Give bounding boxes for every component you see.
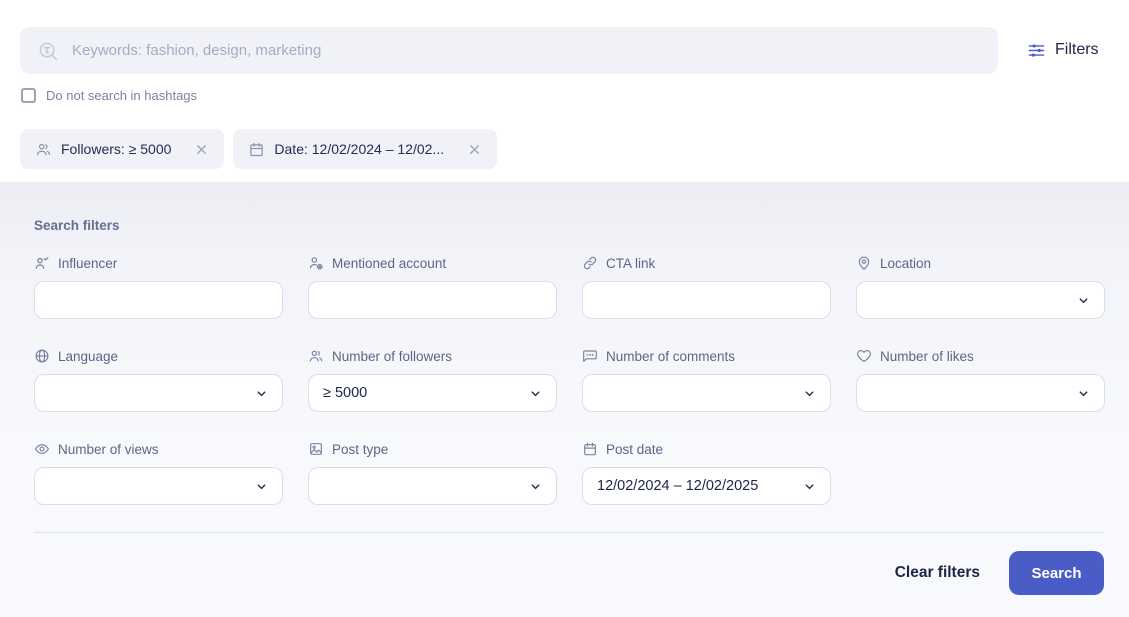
chevron-down-icon <box>803 480 816 493</box>
map-pin-icon <box>856 255 872 271</box>
number-of-followers-select[interactable]: ≥ 5000 <box>308 374 557 412</box>
chip-date-close-icon[interactable] <box>467 142 482 157</box>
field-number-of-followers: Number of followers ≥ 5000 <box>308 347 557 412</box>
field-number-of-followers-label-row: Number of followers <box>308 347 557 365</box>
filters-button-label: Filters <box>1055 41 1099 59</box>
field-language: Language <box>34 347 283 412</box>
panel-title: Search filters <box>34 218 1104 233</box>
chevron-down-icon <box>803 387 816 400</box>
filter-fields-grid: Influencer Mentioned account <box>34 254 1104 505</box>
filters-button[interactable]: Filters <box>1027 37 1099 63</box>
field-location: Location <box>856 254 1105 319</box>
field-number-of-likes-label: Number of likes <box>880 349 974 364</box>
post-type-select[interactable] <box>308 467 557 505</box>
chevron-down-icon <box>1077 294 1090 307</box>
sliders-icon <box>1027 41 1046 60</box>
field-number-of-views: Number of views <box>34 440 283 505</box>
field-post-type-label: Post type <box>332 442 388 457</box>
search-filters-panel: Search filters Influencer Menti <box>0 182 1129 617</box>
post-date-select[interactable]: 12/02/2024 – 12/02/2025 <box>582 467 831 505</box>
chip-followers-close-icon[interactable] <box>194 142 209 157</box>
eye-icon <box>34 441 50 457</box>
field-number-of-views-label: Number of views <box>58 442 159 457</box>
field-influencer-label: Influencer <box>58 256 117 271</box>
users-icon <box>35 141 52 158</box>
search-button[interactable]: Search <box>1009 551 1104 595</box>
globe-icon <box>34 348 50 364</box>
field-influencer-label-row: Influencer <box>34 254 283 272</box>
chip-date-label: Date: 12/02/2024 – 12/02... <box>274 141 444 157</box>
field-post-date-label-row: Post date <box>582 440 831 458</box>
chip-followers: Followers: ≥ 5000 <box>20 129 224 169</box>
field-language-label-row: Language <box>34 347 283 365</box>
field-influencer: Influencer <box>34 254 283 319</box>
hashtag-checkbox-label: Do not search in hashtags <box>46 88 197 103</box>
calendar-icon <box>248 141 265 158</box>
keyword-search-input[interactable] <box>72 42 981 59</box>
user-at-icon <box>308 255 324 271</box>
chevron-down-icon <box>255 387 268 400</box>
panel-footer: Clear filters Search <box>34 551 1104 595</box>
chip-date: Date: 12/02/2024 – 12/02... <box>233 129 497 169</box>
hashtag-checkbox[interactable] <box>21 88 36 103</box>
mentioned-account-input[interactable] <box>308 281 557 319</box>
location-select[interactable] <box>856 281 1105 319</box>
hashtag-checkbox-row[interactable]: Do not search in hashtags <box>21 88 197 103</box>
active-filter-chips: Followers: ≥ 5000 Date: 12/02/2024 – 12/… <box>20 129 497 169</box>
chevron-down-icon <box>529 387 542 400</box>
chevron-down-icon <box>529 480 542 493</box>
field-number-of-comments-label: Number of comments <box>606 349 735 364</box>
field-post-date-label: Post date <box>606 442 663 457</box>
field-post-date: Post date 12/02/2024 – 12/02/2025 <box>582 440 831 505</box>
users-icon <box>308 348 324 364</box>
field-post-type-label-row: Post type <box>308 440 557 458</box>
chevron-down-icon <box>255 480 268 493</box>
number-of-followers-select-value: ≥ 5000 <box>323 385 367 401</box>
user-check-icon <box>34 255 50 271</box>
language-select[interactable] <box>34 374 283 412</box>
post-date-select-value: 12/02/2024 – 12/02/2025 <box>597 478 758 494</box>
field-number-of-followers-label: Number of followers <box>332 349 452 364</box>
number-of-views-select[interactable] <box>34 467 283 505</box>
number-of-likes-select[interactable] <box>856 374 1105 412</box>
chip-followers-label: Followers: ≥ 5000 <box>61 141 171 157</box>
field-language-label: Language <box>58 349 118 364</box>
comment-icon <box>582 348 598 364</box>
number-of-comments-select[interactable] <box>582 374 831 412</box>
search-text-icon <box>37 40 59 62</box>
footer-divider <box>34 532 1104 533</box>
influencer-input[interactable] <box>34 281 283 319</box>
field-number-of-comments-label-row: Number of comments <box>582 347 831 365</box>
field-mentioned-account: Mentioned account <box>308 254 557 319</box>
field-number-of-likes: Number of likes <box>856 347 1105 412</box>
clear-filters-button[interactable]: Clear filters <box>895 564 980 582</box>
heart-icon <box>856 348 872 364</box>
field-location-label: Location <box>880 256 931 271</box>
field-mentioned-account-label-row: Mentioned account <box>308 254 557 272</box>
field-location-label-row: Location <box>856 254 1105 272</box>
chevron-down-icon <box>1077 387 1090 400</box>
field-cta-link-label: CTA link <box>606 256 655 271</box>
keyword-search-bar <box>20 27 998 74</box>
cta-link-input[interactable] <box>582 281 831 319</box>
field-cta-link: CTA link <box>582 254 831 319</box>
field-cta-link-label-row: CTA link <box>582 254 831 272</box>
field-post-type: Post type <box>308 440 557 505</box>
link-icon <box>582 255 598 271</box>
field-mentioned-account-label: Mentioned account <box>332 256 446 271</box>
field-number-of-views-label-row: Number of views <box>34 440 283 458</box>
field-number-of-likes-label-row: Number of likes <box>856 347 1105 365</box>
calendar-icon <box>582 441 598 457</box>
image-icon <box>308 441 324 457</box>
field-number-of-comments: Number of comments <box>582 347 831 412</box>
search-filters-page: Filters Do not search in hashtags Follow… <box>0 0 1129 617</box>
